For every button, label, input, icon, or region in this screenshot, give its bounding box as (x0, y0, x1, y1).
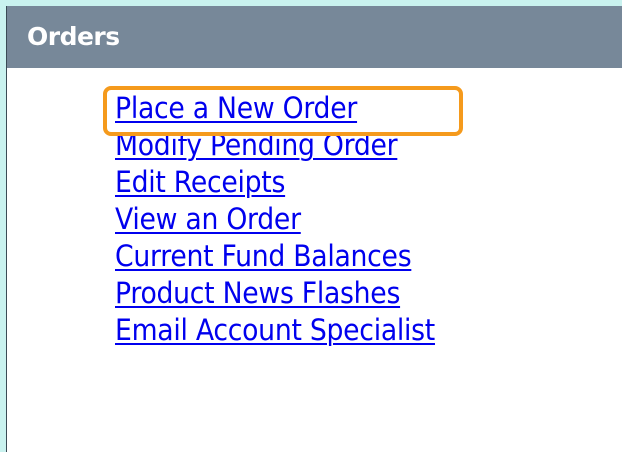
list-item: Current Fund Balances (115, 238, 463, 275)
email-account-specialist-link[interactable]: Email Account Specialist (115, 312, 435, 349)
orders-link-list: Place a New Order Modify Pending Order E… (115, 90, 463, 349)
current-fund-balances-link[interactable]: Current Fund Balances (115, 238, 412, 275)
list-item: Edit Receipts (115, 164, 463, 201)
list-item: Email Account Specialist (115, 312, 463, 349)
list-item: Modify Pending Order (115, 127, 463, 164)
view-order-link[interactable]: View an Order (115, 201, 301, 238)
modify-pending-order-link[interactable]: Modify Pending Order (115, 127, 398, 164)
list-item: View an Order (115, 201, 463, 238)
orders-panel-header: Orders (7, 6, 622, 68)
place-new-order-link[interactable]: Place a New Order (115, 90, 357, 127)
list-item: Product News Flashes (115, 275, 463, 312)
orders-panel: Orders Place a New Order Modify Pending … (6, 6, 622, 452)
product-news-flashes-link[interactable]: Product News Flashes (115, 275, 400, 312)
edit-receipts-link[interactable]: Edit Receipts (115, 164, 285, 201)
panel-title: Orders (27, 22, 120, 51)
list-item: Place a New Order (115, 90, 463, 127)
